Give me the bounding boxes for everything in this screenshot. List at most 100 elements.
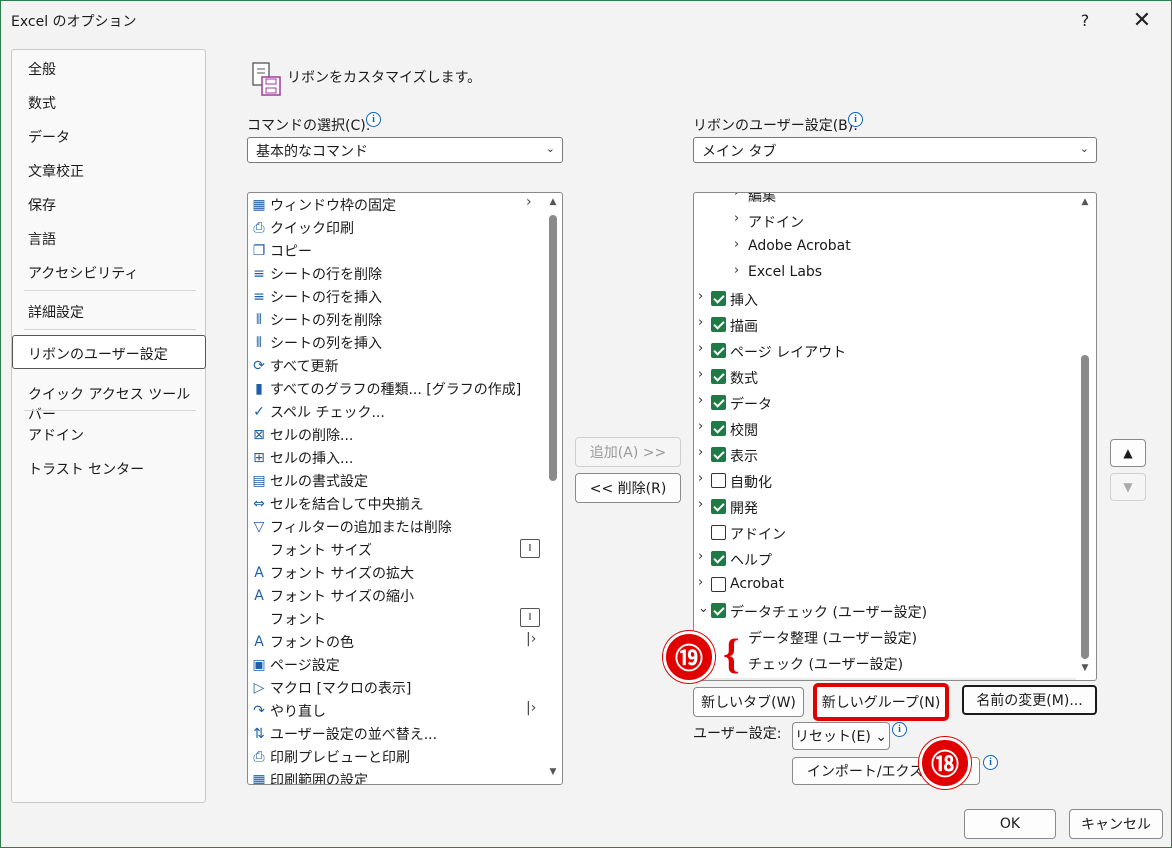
ribbon-tree-item[interactable]: ⌄ データチェック (ユーザー設定) — [694, 599, 1076, 623]
command-list-item[interactable]: ⇅ ユーザー設定の並べ替え... — [248, 722, 538, 745]
scroll-up-icon[interactable]: ▲ — [546, 197, 560, 207]
command-list-item[interactable]: ≡ シートの行を挿入 — [248, 285, 538, 308]
ribbon-tree-item[interactable]: › ヘルプ — [694, 547, 1076, 571]
command-list-item[interactable]: フォント I — [248, 607, 540, 630]
expand-chevron-icon[interactable]: › — [698, 341, 703, 356]
ribbon-tree-item[interactable]: データ整理 (ユーザー設定) — [694, 625, 1076, 649]
nav-item-accessibility[interactable]: アクセシビリティ — [28, 263, 138, 283]
command-list-item[interactable]: ✓ スペル チェック... — [248, 400, 538, 423]
ribbon-tree-item[interactable]: › 挿入 — [694, 287, 1076, 311]
expand-chevron-icon[interactable]: › — [698, 471, 703, 486]
command-list-item[interactable]: ▽ フィルターの追加または削除 — [248, 515, 538, 538]
collapse-chevron-icon[interactable]: ⌄ — [698, 601, 709, 616]
close-icon[interactable]: ✕ — [1127, 7, 1157, 33]
command-list-item[interactable]: ⟳ すべて更新 — [248, 354, 538, 377]
nav-item-trust-center[interactable]: トラスト センター — [28, 459, 144, 479]
expand-chevron-icon[interactable]: › — [698, 289, 703, 304]
scroll-down-icon[interactable]: ▼ — [546, 767, 560, 777]
tab-checkbox[interactable] — [711, 291, 726, 306]
command-list-item[interactable]: フォント サイズ I — [248, 538, 540, 561]
expand-chevron-icon[interactable]: › — [734, 237, 739, 252]
command-list-item[interactable]: ▦ ウィンドウ枠の固定 › — [248, 193, 538, 216]
ribbon-tree-item[interactable]: 表示 (ユーザー設定) — [694, 677, 1076, 680]
expand-chevron-icon[interactable]: › — [698, 445, 703, 460]
scroll-down-icon[interactable]: ▼ — [1078, 663, 1092, 673]
ribbon-tree-item[interactable]: › 描画 — [694, 313, 1076, 337]
tab-checkbox[interactable] — [711, 343, 726, 358]
command-list-item[interactable]: ⊞ セルの挿入... — [248, 446, 538, 469]
info-icon[interactable]: i — [983, 755, 998, 770]
command-list-item[interactable]: ▤ セルの書式設定 — [248, 469, 538, 492]
tab-checkbox[interactable] — [711, 317, 726, 332]
tab-checkbox[interactable] — [711, 473, 726, 488]
nav-item-advanced[interactable]: 詳細設定 — [28, 302, 84, 322]
command-list-item[interactable]: ▷ マクロ [マクロの表示] — [248, 676, 538, 699]
command-list-item[interactable]: ▮ すべてのグラフの種類... [グラフの作成] — [248, 377, 538, 400]
tab-checkbox[interactable] — [711, 421, 726, 436]
commands-list[interactable]: ▦ ウィンドウ枠の固定 › ⎙ クイック印刷 ❐ コピー ≡ シートの行を削除 ≡ シートの行を挿入… — [247, 192, 563, 785]
help-icon[interactable]: ? — [1070, 7, 1100, 33]
info-icon[interactable]: i — [892, 722, 907, 737]
command-list-item[interactable]: A フォント サイズの拡大 — [248, 561, 538, 584]
nav-item-proofing[interactable]: 文章校正 — [28, 161, 84, 181]
scrollbar-thumb[interactable] — [1081, 355, 1089, 659]
tab-checkbox[interactable] — [711, 551, 726, 566]
command-list-item[interactable]: ▣ ページ設定 — [248, 653, 538, 676]
ribbon-tree-item[interactable]: › 編集 — [694, 193, 1076, 207]
command-list-item[interactable]: A フォント サイズの縮小 — [248, 584, 538, 607]
tab-checkbox[interactable] — [711, 603, 726, 618]
command-list-item[interactable]: ⇔ セルを結合して中央揃え — [248, 492, 538, 515]
ribbon-tree-item[interactable]: › Excel Labs — [694, 261, 1076, 285]
ribbon-tree-item[interactable]: › アドイン — [694, 209, 1076, 233]
rename-button[interactable]: 名前の変更(M)... — [962, 685, 1097, 715]
ribbon-tabs-tree[interactable]: › 編集 › アドイン › Adobe Acrobat › Excel Labs › 挿入 › 描画 ›… — [693, 192, 1097, 681]
nav-item-general[interactable]: 全般 — [28, 59, 56, 79]
command-list-item[interactable]: ⫴ シートの列を削除 — [248, 308, 538, 331]
tab-checkbox[interactable] — [711, 577, 726, 592]
nav-item-customize-ribbon[interactable]: リボンのユーザー設定 — [28, 344, 168, 364]
expand-chevron-icon[interactable]: › — [698, 367, 703, 382]
nav-item-language[interactable]: 言語 — [28, 229, 56, 249]
new-tab-button[interactable]: 新しいタブ(W) — [693, 687, 804, 717]
expand-chevron-icon[interactable]: › — [698, 549, 703, 564]
move-up-button[interactable]: ▲ — [1110, 439, 1146, 467]
command-list-item[interactable]: A フォントの色 |› — [248, 630, 538, 653]
remove-button[interactable]: << 削除(R) — [575, 473, 681, 503]
ribbon-tree-item[interactable]: アドイン — [694, 521, 1076, 545]
tree-scrollbar[interactable]: ▲ ▼ — [1078, 193, 1092, 680]
nav-item-quick-access-toolbar[interactable]: クイック アクセス ツール バー — [28, 384, 205, 424]
expand-chevron-icon[interactable]: › — [734, 263, 739, 278]
customize-ribbon-dropdown[interactable]: メイン タブ ⌄ — [693, 137, 1097, 163]
command-list-item[interactable]: ↷ やり直し |› — [248, 699, 538, 722]
command-list-item[interactable]: ❐ コピー — [248, 239, 538, 262]
scroll-up-icon[interactable]: ▲ — [1078, 197, 1092, 207]
ribbon-tree-item[interactable]: › 開発 — [694, 495, 1076, 519]
info-icon[interactable]: i — [366, 112, 381, 127]
tab-checkbox[interactable] — [711, 525, 726, 540]
expand-chevron-icon[interactable]: › — [734, 211, 739, 226]
ribbon-tree-item[interactable]: › Acrobat — [694, 573, 1076, 597]
reset-dropdown-button[interactable]: リセット(E) ⌄ — [792, 722, 890, 750]
command-list-item[interactable]: ≡ シートの行を削除 — [248, 262, 538, 285]
info-icon[interactable]: i — [848, 112, 863, 127]
tab-checkbox[interactable] — [711, 499, 726, 514]
ribbon-tree-item[interactable]: › データ — [694, 391, 1076, 415]
command-list-item[interactable]: ⫴ シートの列を挿入 — [248, 331, 538, 354]
ribbon-tree-item[interactable]: チェック (ユーザー設定) — [694, 651, 1076, 675]
ribbon-tree-item[interactable]: › ページ レイアウト — [694, 339, 1076, 363]
command-list-item[interactable]: ⎙ クイック印刷 — [248, 216, 538, 239]
command-list-item[interactable]: ⊠ セルの削除... — [248, 423, 538, 446]
add-button[interactable]: 追加(A) >> — [575, 437, 681, 467]
ribbon-tree-item[interactable]: › 表示 — [694, 443, 1076, 467]
expand-chevron-icon[interactable]: › — [698, 315, 703, 330]
nav-item-formulas[interactable]: 数式 — [28, 93, 56, 113]
ok-button[interactable]: OK — [964, 809, 1056, 839]
ribbon-tree-item[interactable]: › 校閲 — [694, 417, 1076, 441]
ribbon-tree-item[interactable]: › 数式 — [694, 365, 1076, 389]
ribbon-tree-item[interactable]: › Adobe Acrobat — [694, 235, 1076, 259]
expand-chevron-icon[interactable]: › — [698, 497, 703, 512]
scrollbar-thumb[interactable] — [549, 215, 557, 481]
new-group-button[interactable]: 新しいグループ(N) — [813, 683, 949, 721]
expand-chevron-icon[interactable]: › — [698, 419, 703, 434]
expand-chevron-icon[interactable]: › — [698, 575, 703, 590]
